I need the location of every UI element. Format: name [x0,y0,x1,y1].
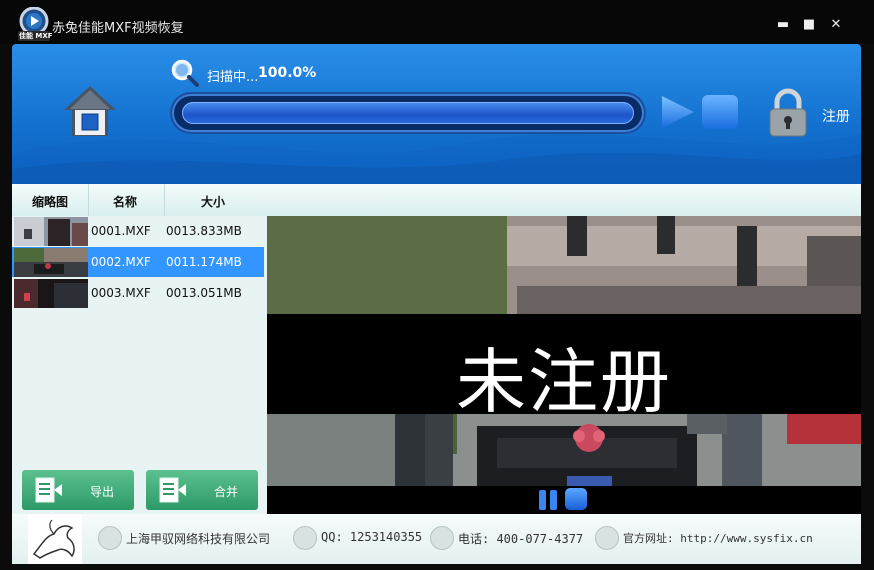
scan-progress-bar [172,94,644,132]
start-button[interactable] [660,94,696,130]
play-icon [662,96,694,128]
qq-icon [293,526,317,550]
file-name: 0003.MXF [91,286,151,300]
column-name[interactable]: 名称 [113,193,137,210]
qq-number: QQ: 1253140355 [321,530,423,544]
company-icon [98,526,122,550]
close-button[interactable]: ✕ [825,16,847,34]
export-button[interactable]: 导出 [22,470,134,510]
merge-button[interactable]: 合并 [146,470,258,510]
column-divider [164,184,165,216]
file-size: 0013.051MB [166,286,242,300]
file-name: 0002.MXF [91,255,151,269]
file-size: 0011.174MB [166,255,242,269]
unregistered-watermark-banner: 未注册 [267,314,861,423]
home-icon [64,86,116,136]
column-size[interactable]: 大小 [201,193,225,210]
unregistered-watermark: 未注册 [456,341,672,423]
app-logo-label: 佳能 MXF [19,32,53,40]
lock-icon [769,88,807,137]
pause-icon [539,490,557,510]
scan-percent: 100.0% [258,65,317,81]
stop-button[interactable] [702,95,738,129]
preview-header-strip [267,184,861,216]
toolbar-panel: 扫描中... 100.0% 注册 [12,44,861,184]
footer-bar: 上海甲驭网络科技有限公司 QQ: 1253140355 电话: 400-077-… [12,514,861,564]
company-logo [28,514,82,564]
register-lock-button[interactable] [767,88,809,138]
playback-bar [267,486,861,514]
app-logo-icon: 佳能 MXF [15,6,53,41]
table-row[interactable]: 0002.MXF 0011.174MB [12,247,264,277]
video-thumbnail [14,279,88,308]
phone-number: 电话: 400-077-4377 [458,532,584,546]
export-icon [35,477,62,503]
phone-icon [430,526,454,550]
video-preview[interactable]: 未注册 [267,216,861,486]
merge-label: 合并 [214,485,239,499]
merge-icon [159,477,186,503]
scan-progress-fill [182,102,634,124]
title-bar[interactable]: 佳能 MXF 赤兔佳能MXF视频恢复 ▬ ■ ✕ [0,0,874,44]
home-button[interactable] [62,82,118,142]
file-list-header: 缩略图 名称 大小 [12,184,267,217]
app-window: 佳能 MXF 赤兔佳能MXF视频恢复 ▬ ■ ✕ 扫描中... 100.0% 注… [0,0,874,570]
export-label: 导出 [90,485,115,499]
pause-button[interactable] [537,488,559,512]
website-link[interactable]: 官方网址: http://www.sysfix.cn [623,530,813,546]
column-divider [88,184,89,216]
maximize-button[interactable]: ■ [798,16,820,34]
table-row[interactable]: 0001.MXF 0013.833MB [12,216,264,246]
file-size: 0013.833MB [166,224,242,238]
column-thumbnail[interactable]: 缩略图 [32,193,68,210]
magnifier-icon [170,58,200,88]
video-thumbnail [14,248,88,277]
video-thumbnail [14,217,88,246]
window-title: 赤兔佳能MXF视频恢复 [52,21,184,36]
scan-status-label: 扫描中... [207,70,259,85]
company-name: 上海甲驭网络科技有限公司 [126,532,271,546]
register-link[interactable]: 注册 [822,106,850,126]
table-row[interactable]: 0003.MXF 0013.051MB [12,278,264,308]
stop-playback-button[interactable] [565,488,587,510]
minimize-button[interactable]: ▬ [772,16,794,34]
file-name: 0001.MXF [91,224,151,238]
globe-icon [595,526,619,550]
